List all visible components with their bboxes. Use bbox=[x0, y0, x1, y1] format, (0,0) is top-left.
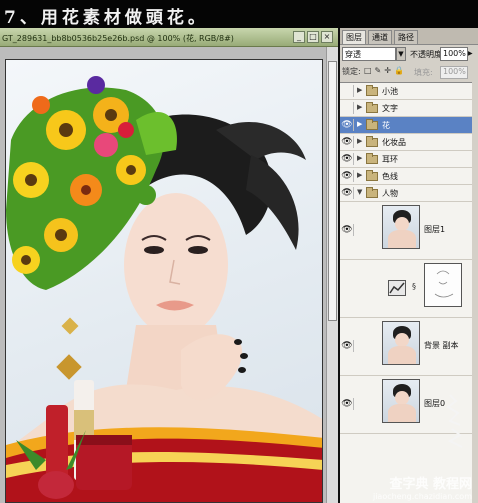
fill-field[interactable]: 100% bbox=[440, 66, 468, 79]
layer-row-background-copy[interactable]: 👁 背景 副本 bbox=[340, 318, 472, 376]
lock-row: 锁定: □✎✛🔒 填充: 100% bbox=[342, 66, 476, 80]
layer-mask-thumbnail[interactable] bbox=[424, 263, 462, 307]
eye-icon[interactable]: 👁 bbox=[341, 340, 354, 352]
layer-thumbnail bbox=[382, 379, 420, 423]
expand-icon[interactable]: ▶ bbox=[357, 137, 362, 145]
layer-name: 人物 bbox=[382, 189, 398, 198]
layer-thumbnail bbox=[382, 321, 420, 365]
expand-icon[interactable]: ▶ bbox=[357, 86, 362, 94]
adjustment-layer-icon bbox=[388, 280, 406, 296]
document-title: GT_289631_bb8b0536b25e26b.psd @ 100% (花,… bbox=[0, 28, 338, 47]
eye-icon[interactable]: 👁 bbox=[341, 119, 354, 131]
folder-icon bbox=[366, 153, 378, 164]
folder-icon bbox=[366, 187, 378, 198]
step-title: 7、用花素材做頭花。 bbox=[0, 0, 478, 28]
maximize-button[interactable]: □ bbox=[307, 31, 319, 43]
layer-row-earrings[interactable]: 👁 ▶ 耳环 bbox=[340, 151, 472, 168]
layer-thumbnail bbox=[382, 205, 420, 249]
layer-name: 图层1 bbox=[424, 225, 446, 234]
expand-icon[interactable]: ▶ bbox=[357, 171, 362, 179]
watermark-text: 查字典 教程网 bbox=[389, 477, 472, 492]
vertical-scrollbar[interactable] bbox=[326, 47, 338, 503]
layer-row-flower[interactable]: 👁 ▶ 花 bbox=[340, 117, 472, 134]
folder-icon bbox=[366, 102, 378, 113]
eye-icon[interactable]: 👁 bbox=[341, 187, 354, 199]
eye-icon[interactable]: 👁 bbox=[341, 224, 354, 236]
collapse-icon[interactable]: ▼ bbox=[357, 188, 362, 196]
layer-row-cosmetics[interactable]: 👁 ▶ 化妆品 bbox=[340, 134, 472, 151]
expand-icon[interactable]: ▶ bbox=[357, 120, 362, 128]
tab-channels[interactable]: 通道 bbox=[368, 30, 392, 44]
visibility-toggle[interactable] bbox=[341, 85, 354, 97]
opacity-slider-icon[interactable]: ▶ bbox=[468, 50, 473, 57]
lock-icons[interactable]: □✎✛🔒 bbox=[364, 66, 407, 75]
layer-name: 文字 bbox=[382, 104, 398, 113]
eye-icon[interactable]: 👁 bbox=[341, 153, 354, 165]
visibility-toggle[interactable] bbox=[341, 102, 354, 114]
photo-illustration bbox=[6, 76, 322, 502]
layer-name: 小池 bbox=[382, 87, 398, 96]
blend-mode-select[interactable]: 穿透 bbox=[342, 47, 396, 61]
opacity-field[interactable]: 100% bbox=[440, 47, 468, 61]
minimize-button[interactable]: _ bbox=[293, 31, 305, 43]
layer-row-color-lines[interactable]: 👁 ▶ 色线 bbox=[340, 168, 472, 185]
watermark: 查字典 教程网 jiaocheng.chazidian.com bbox=[373, 473, 472, 501]
folder-icon bbox=[366, 85, 378, 96]
folder-icon bbox=[366, 119, 378, 130]
fill-label: 填充: bbox=[414, 68, 433, 77]
folder-icon bbox=[366, 136, 378, 147]
layer-row-adjustment[interactable]: § bbox=[340, 260, 472, 318]
signature-mark bbox=[446, 394, 463, 448]
expand-icon[interactable]: ▶ bbox=[357, 103, 362, 111]
layer-name: 花 bbox=[382, 121, 390, 130]
document-photo bbox=[5, 59, 323, 503]
tab-layers[interactable]: 图层 bbox=[342, 30, 366, 44]
scrollbar-thumb[interactable] bbox=[328, 61, 337, 321]
canvas-area[interactable] bbox=[0, 47, 326, 503]
layer-name: 背景 副本 bbox=[424, 341, 459, 350]
layer-row-text[interactable]: ▶ 文字 bbox=[340, 100, 472, 117]
blend-dropdown-icon[interactable]: ▼ bbox=[396, 47, 406, 61]
layer-row-layer1[interactable]: 👁 图层1 bbox=[340, 202, 472, 260]
eye-icon[interactable]: 👁 bbox=[341, 170, 354, 182]
lock-label: 锁定: bbox=[342, 67, 361, 76]
expand-icon[interactable]: ▶ bbox=[357, 154, 362, 162]
watermark-url: jiaocheng.chazidian.com bbox=[372, 492, 472, 501]
panel-tabs: 图层 通道 路径 bbox=[340, 28, 478, 45]
layer-name: 耳环 bbox=[382, 155, 398, 164]
folder-icon bbox=[366, 170, 378, 181]
close-button[interactable]: × bbox=[321, 31, 333, 43]
document-window[interactable]: GT_289631_bb8b0536b25e26b.psd @ 100% (花,… bbox=[0, 28, 338, 503]
blend-row: 穿透 ▼ 不透明度: 100% ▶ bbox=[342, 47, 476, 63]
layer-row-person[interactable]: 👁 ▼ 人物 bbox=[340, 185, 472, 202]
tab-paths[interactable]: 路径 bbox=[394, 30, 418, 44]
link-icon[interactable]: § bbox=[412, 282, 416, 291]
layer-name: 色线 bbox=[382, 172, 398, 181]
layer-name: 化妆品 bbox=[382, 138, 406, 147]
eye-icon[interactable]: 👁 bbox=[341, 398, 354, 410]
layer-row-xiaochi[interactable]: ▶ 小池 bbox=[340, 83, 472, 100]
eye-icon[interactable]: 👁 bbox=[341, 136, 354, 148]
